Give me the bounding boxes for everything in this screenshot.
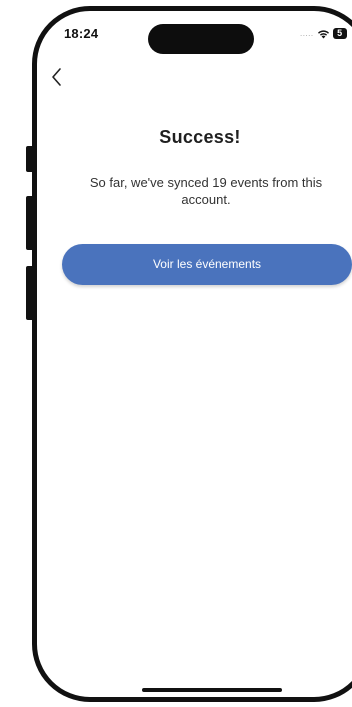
cellular-signal-icon: ..... (300, 28, 314, 38)
status-time: 18:24 (64, 26, 99, 41)
page-title: Success! (159, 127, 241, 147)
wifi-icon (317, 29, 329, 38)
screen: 18:24 ..... 5 Success! So far, we've syn… (0, 0, 352, 707)
phone-frame (32, 6, 352, 702)
back-chevron-icon[interactable] (48, 66, 66, 88)
dynamic-island (148, 24, 254, 54)
battery-icon: 5 (332, 28, 347, 39)
status-icons: ..... 5 (300, 28, 347, 39)
view-events-button[interactable]: Voir les événements (62, 244, 352, 285)
home-indicator[interactable] (142, 688, 282, 692)
sync-message: So far, we've synced 19 events from this… (89, 175, 323, 207)
